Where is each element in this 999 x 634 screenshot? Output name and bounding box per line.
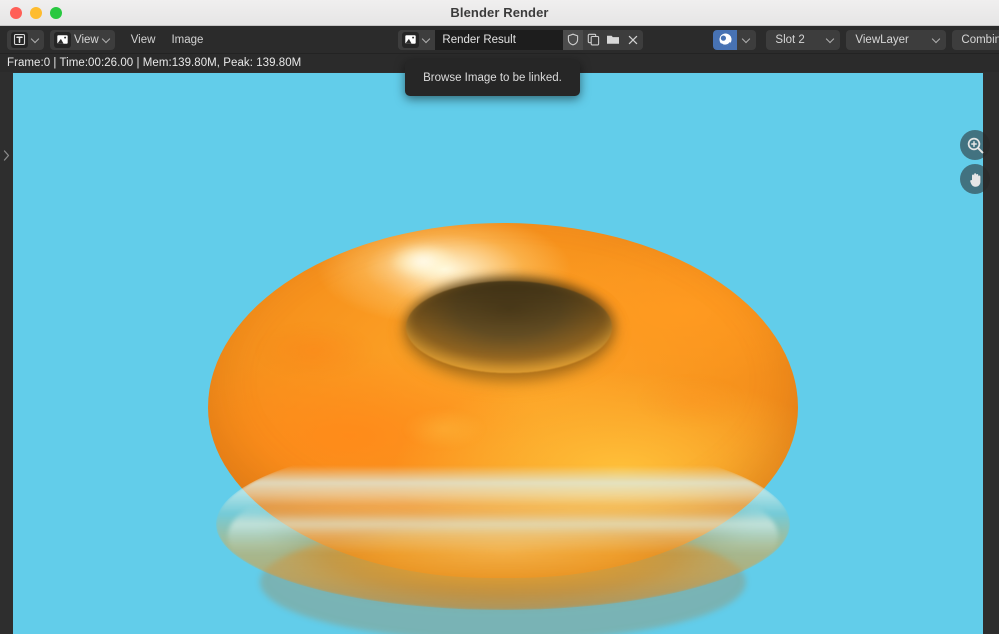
render-engine-dropdown[interactable] bbox=[737, 29, 757, 50]
render-slot-selector[interactable]: Slot 2 bbox=[766, 29, 841, 50]
editor-type-icon bbox=[11, 31, 28, 48]
editor-type-selector[interactable] bbox=[7, 29, 44, 50]
chevron-down-icon bbox=[742, 35, 751, 44]
donut-specular-highlight bbox=[380, 239, 466, 283]
image-editor-header: View View Image Render Result Slot 2 Vie… bbox=[0, 26, 999, 54]
view-layer-label: ViewLayer bbox=[855, 33, 909, 46]
menu-image[interactable]: Image bbox=[163, 32, 211, 48]
view-layer-selector[interactable]: ViewLayer bbox=[846, 29, 947, 50]
image-editor-canvas-area[interactable] bbox=[0, 72, 999, 634]
open-image-folder-icon[interactable] bbox=[603, 29, 624, 50]
donut-light-band-inner bbox=[228, 461, 778, 611]
image-editor-icon bbox=[54, 31, 71, 48]
unlink-close-icon[interactable] bbox=[623, 29, 644, 50]
render-engine-icon bbox=[719, 33, 732, 46]
hand-icon bbox=[969, 172, 980, 187]
render-status-text: Frame:0 | Time:00:26.00 | Mem:139.80M, P… bbox=[7, 57, 302, 69]
zoom-gizmo[interactable] bbox=[960, 130, 990, 160]
new-image-copy-icon[interactable] bbox=[583, 29, 604, 50]
render-pass-label: Combined bbox=[961, 33, 999, 46]
chevron-down-icon bbox=[932, 35, 941, 44]
chevron-down-icon bbox=[826, 35, 835, 44]
chevron-down-icon bbox=[102, 35, 111, 44]
editor-mode-selector[interactable]: View bbox=[50, 29, 115, 50]
tooltip: Browse Image to be linked. bbox=[405, 60, 580, 96]
render-pass-selector[interactable]: Combined bbox=[952, 29, 999, 50]
image-datablock: Render Result bbox=[398, 29, 644, 50]
pan-gizmo[interactable] bbox=[960, 164, 990, 194]
image-name-field[interactable]: Render Result bbox=[435, 29, 564, 50]
donut-model bbox=[208, 223, 798, 634]
editor-mode-label: View bbox=[74, 33, 99, 46]
window-titlebar: Blender Render bbox=[0, 0, 999, 26]
magnifier-plus-icon bbox=[967, 137, 983, 153]
browse-image-button[interactable] bbox=[398, 29, 436, 50]
blender-render-window: Blender Render View View Image Render Re… bbox=[0, 0, 999, 634]
fake-user-shield-icon[interactable] bbox=[563, 29, 584, 50]
menu-view[interactable]: View bbox=[123, 32, 164, 48]
browse-image-icon bbox=[402, 31, 420, 48]
render-result-image[interactable] bbox=[13, 73, 983, 634]
sidebar-toggle-button[interactable] bbox=[1, 148, 11, 162]
chevron-down-icon bbox=[422, 35, 431, 44]
render-slot-label: Slot 2 bbox=[775, 33, 805, 46]
window-title: Blender Render bbox=[450, 5, 549, 20]
donut-hole-shading bbox=[404, 277, 616, 375]
render-engine-button[interactable] bbox=[713, 29, 738, 50]
chevron-down-icon bbox=[31, 35, 40, 44]
